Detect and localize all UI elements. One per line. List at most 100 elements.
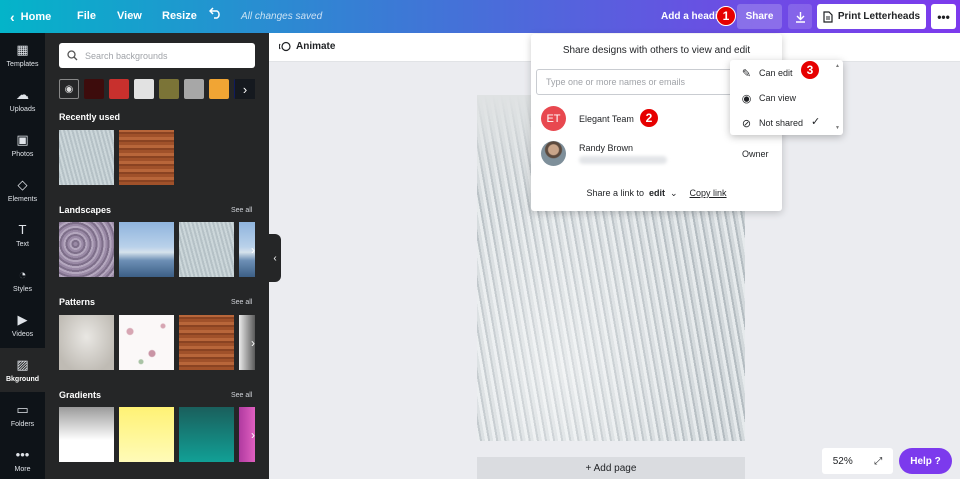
background-thumbnail[interactable]: [119, 130, 174, 185]
background-thumbnail[interactable]: [59, 315, 114, 370]
more-options-button[interactable]: •••: [931, 4, 956, 29]
chevron-right-icon[interactable]: ›: [240, 315, 255, 370]
permission-label: Can view: [759, 93, 797, 103]
file-menu[interactable]: File: [77, 10, 96, 22]
see-all-landscapes[interactable]: See all: [231, 207, 252, 214]
nav-photos[interactable]: ▣ Photos: [0, 123, 45, 167]
left-nav: ▦ Templates ☁ Uploads ▣ Photos ◇ Element…: [0, 33, 45, 479]
background-thumbnail[interactable]: [179, 222, 234, 277]
chevron-left-icon: ‹: [273, 252, 277, 264]
collapse-panel-button[interactable]: ‹: [269, 234, 281, 282]
share-title: Share designs with others to view and ed…: [562, 45, 751, 56]
animate-icon: [279, 41, 291, 52]
callout-badge-2: 2: [639, 108, 659, 128]
nav-label: More: [14, 465, 31, 473]
more-dots-icon: •••: [15, 446, 30, 462]
nav-label: Styles: [12, 285, 33, 293]
chevron-down-icon[interactable]: ⌄: [670, 188, 678, 199]
add-page-button[interactable]: + Add page: [477, 457, 745, 479]
pencil-icon: ✎: [741, 67, 752, 80]
view-menu[interactable]: View: [117, 10, 142, 22]
nav-label: Templates: [6, 60, 39, 68]
nav-label: Photos: [11, 150, 34, 158]
nav-templates[interactable]: ▦ Templates: [0, 33, 45, 77]
save-status: All changes saved: [241, 11, 323, 22]
zoom-control[interactable]: 52% ⤢: [822, 448, 893, 474]
download-icon: [795, 11, 805, 23]
background-thumbnail[interactable]: [119, 315, 174, 370]
background-thumbnail[interactable]: [119, 407, 174, 462]
download-button[interactable]: [788, 4, 812, 29]
dropdown-scrollbar[interactable]: ▲ ▼: [834, 63, 841, 131]
section-landscapes: Landscapes: [59, 205, 112, 215]
permission-label: Not shared: [759, 118, 804, 128]
chevron-left-icon: ‹: [10, 8, 15, 25]
resize-menu[interactable]: Resize: [162, 10, 197, 22]
background-thumbnail[interactable]: [59, 130, 114, 185]
print-label: Print Letterheads: [837, 11, 921, 22]
background-thumbnail[interactable]: [59, 222, 114, 277]
nav-folders[interactable]: ▭ Folders: [0, 393, 45, 437]
team-avatar: ET: [541, 106, 566, 131]
color-swatch[interactable]: [209, 79, 229, 99]
share-link-row: Share a link to edit ⌄ Copy link: [531, 188, 782, 199]
text-icon: T: [18, 221, 27, 237]
background-panel: ◉ › Recently used Landscapes See all › P…: [45, 33, 269, 479]
color-swatch[interactable]: [109, 79, 129, 99]
nav-label: Bkground: [5, 375, 40, 383]
color-swatch[interactable]: [184, 79, 204, 99]
share-link-prefix: Share a link to: [586, 188, 644, 198]
nav-background[interactable]: ▨ Bkground: [0, 348, 45, 392]
nav-label: Uploads: [9, 105, 36, 113]
scroll-up-icon[interactable]: ▲: [834, 63, 841, 69]
undo-icon[interactable]: [209, 7, 222, 19]
user-name: Randy Brown: [579, 143, 634, 153]
design-title[interactable]: Add a heading: [661, 11, 721, 22]
folder-icon: ▭: [16, 401, 29, 417]
color-palette-icon[interactable]: ◉: [59, 79, 79, 99]
chevron-right-icon[interactable]: ›: [240, 222, 255, 277]
share-link-mode[interactable]: edit: [649, 188, 665, 199]
nav-uploads[interactable]: ☁ Uploads: [0, 78, 45, 122]
background-thumbnail[interactable]: [59, 407, 114, 462]
color-swatch[interactable]: [159, 79, 179, 99]
help-button[interactable]: Help ?: [899, 448, 952, 474]
photos-icon: ▣: [16, 131, 29, 147]
chevron-right-icon[interactable]: ›: [240, 407, 255, 462]
nav-elements[interactable]: ◇ Elements: [0, 168, 45, 212]
nav-videos[interactable]: ▶ Videos: [0, 303, 45, 347]
animate-button[interactable]: Animate: [279, 41, 335, 52]
swatch-next-arrow-icon[interactable]: ›: [235, 79, 255, 99]
zoom-level: 52%: [832, 455, 853, 467]
owner-label: Owner: [742, 149, 769, 159]
see-all-patterns[interactable]: See all: [231, 299, 252, 306]
nav-styles[interactable]: ◔ Styles: [0, 258, 45, 302]
background-thumbnail[interactable]: [119, 222, 174, 277]
user-avatar: [541, 141, 566, 166]
share-button[interactable]: Share: [737, 4, 782, 29]
see-all-gradients[interactable]: See all: [231, 392, 252, 399]
background-thumbnail[interactable]: [179, 407, 234, 462]
color-swatches: ◉: [59, 79, 254, 99]
eye-icon: ◉: [741, 92, 752, 105]
print-letterheads-button[interactable]: Print Letterheads: [817, 4, 926, 29]
section-recently-used: Recently used: [59, 112, 121, 122]
nav-text[interactable]: T Text: [0, 213, 45, 257]
team-name: Elegant Team: [579, 114, 634, 124]
search-box[interactable]: [59, 43, 255, 68]
eye-off-icon: ⊘: [741, 117, 752, 130]
color-swatch[interactable]: [84, 79, 104, 99]
background-thumbnail[interactable]: [179, 315, 234, 370]
search-input[interactable]: [85, 50, 245, 61]
home-button[interactable]: ‹ Home: [10, 0, 51, 33]
expand-icon[interactable]: ⤢: [874, 456, 882, 467]
nav-more[interactable]: ••• More: [0, 438, 45, 479]
callout-badge-3: 3: [800, 60, 820, 80]
background-icon: ▨: [16, 356, 29, 372]
top-bar: ‹ Home File View Resize All changes save…: [0, 0, 960, 33]
scroll-down-icon[interactable]: ▼: [834, 125, 841, 131]
permission-can-view[interactable]: ◉ Can view: [740, 89, 830, 107]
permission-label: Can edit: [759, 68, 793, 78]
copy-link-button[interactable]: Copy link: [690, 188, 727, 199]
color-swatch[interactable]: [134, 79, 154, 99]
